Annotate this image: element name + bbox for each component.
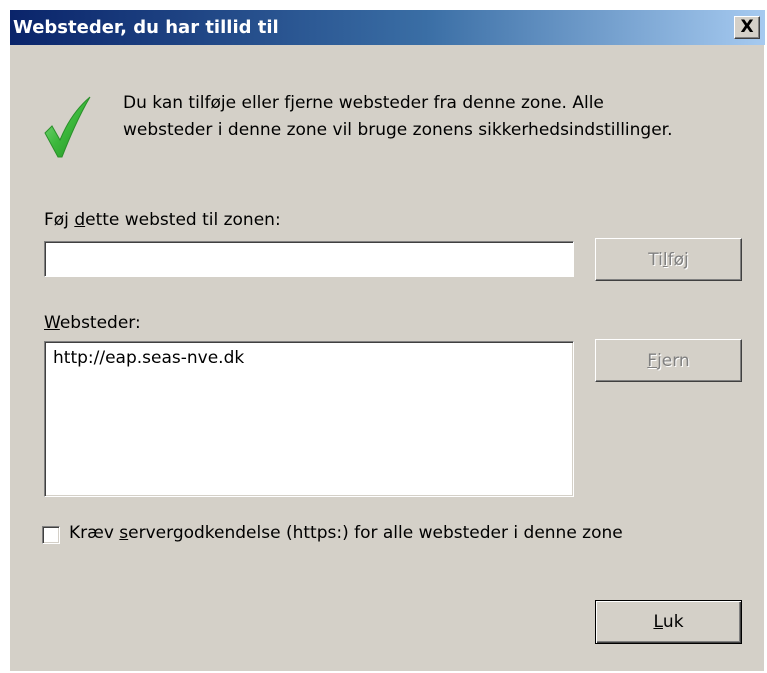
info-text-line-2: websteder i denne zone vil bruge zonens … — [123, 120, 673, 140]
require-https-checkbox[interactable] — [42, 526, 60, 544]
list-item[interactable]: http://eap.seas-nve.dk — [53, 348, 244, 368]
remove-button[interactable]: Fjern — [595, 339, 742, 382]
sites-label: Websteder: — [44, 313, 141, 333]
window-title: Websteder, du har tillid til — [13, 17, 279, 38]
add-site-input[interactable] — [44, 241, 574, 277]
check-icon — [44, 96, 91, 158]
trusted-sites-dialog: Websteder, du har tillid til X Du kan ti… — [9, 9, 765, 671]
close-button[interactable]: Luk — [595, 600, 742, 644]
add-button[interactable]: Ti l føj — [595, 238, 742, 281]
title-bar[interactable]: Websteder, du har tillid til X — [10, 10, 765, 45]
sites-listbox[interactable]: http://eap.seas-nve.dk — [44, 341, 574, 497]
close-icon: X — [740, 17, 754, 37]
require-https-label[interactable]: Kræv servergodkendelse (https:) for alle… — [69, 523, 623, 543]
info-text-line-1: Du kan tilføje eller fjerne websteder fr… — [123, 93, 604, 113]
close-window-button[interactable]: X — [734, 16, 760, 39]
add-site-label: Føj dette websted til zonen: — [44, 210, 281, 230]
